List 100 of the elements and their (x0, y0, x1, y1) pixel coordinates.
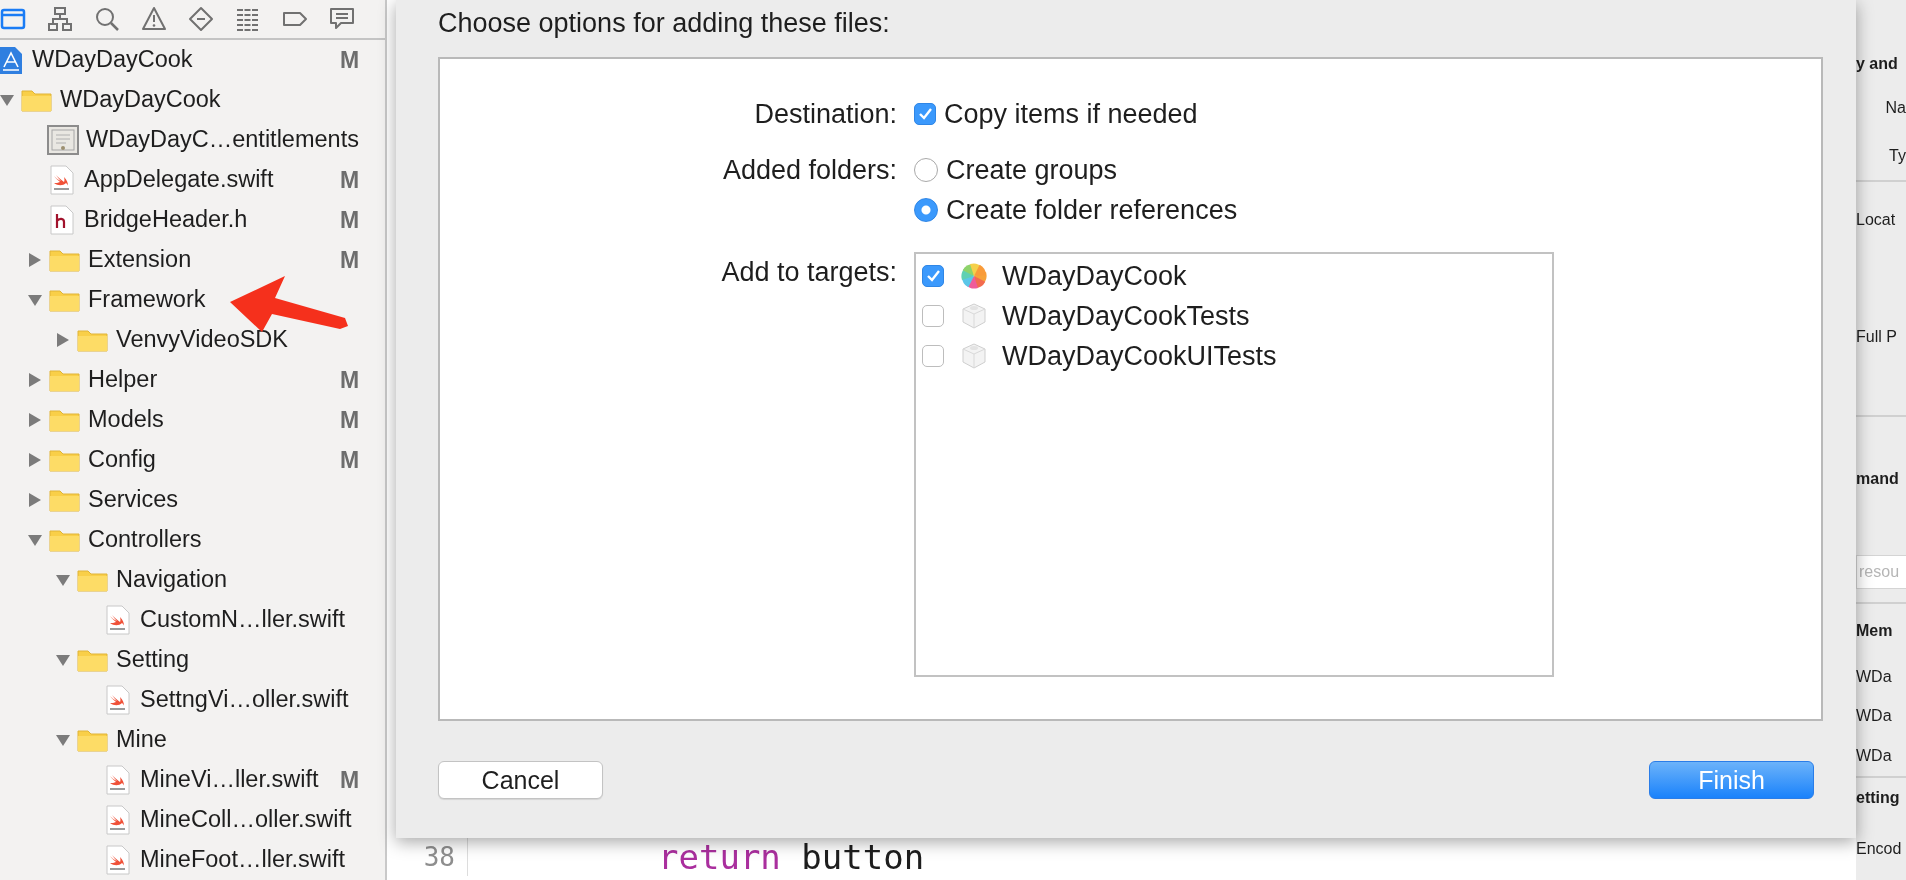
swift-file-icon (106, 685, 130, 715)
disclosure-triangle-icon[interactable] (56, 573, 70, 587)
folder-icon (49, 368, 80, 392)
disclosure-triangle-icon[interactable] (28, 293, 42, 307)
file-name[interactable]: WDayDayCook (32, 42, 193, 78)
option-label[interactable]: Create folder references (946, 189, 1238, 231)
file-name[interactable]: Extension (88, 242, 192, 278)
file-name[interactable]: Config (88, 442, 156, 478)
section-heading: mand (1856, 469, 1899, 490)
disclosure-triangle-icon[interactable] (56, 653, 70, 667)
file-name[interactable]: VenvyVideoSDK (116, 322, 289, 358)
folder-icon (49, 288, 80, 312)
field-label: Destination: (753, 98, 897, 131)
status-label: M (340, 445, 360, 475)
header-file-icon (50, 205, 74, 235)
status-label: M (340, 765, 360, 795)
project-icon (0, 45, 22, 75)
folder-icon (49, 248, 80, 272)
option-label[interactable]: Copy items if needed (944, 93, 1198, 135)
file-name[interactable]: SettngVi…oller.swift (140, 682, 349, 718)
folder-icon (21, 88, 52, 112)
file-name[interactable]: CustomN…ller.swift (140, 602, 345, 638)
radio-button[interactable] (914, 158, 938, 182)
disclosure-triangle-icon[interactable] (28, 493, 42, 507)
folder-icon (49, 488, 80, 512)
file-name[interactable]: WDayDayCook (60, 82, 221, 118)
file-name[interactable]: Helper (88, 362, 158, 398)
file-name[interactable]: Setting (116, 642, 190, 678)
status-label: M (340, 45, 360, 75)
swift-file-icon (106, 605, 130, 635)
property-label: Encod (1856, 838, 1902, 859)
bundle-icon (960, 302, 988, 330)
status-label: M (340, 365, 360, 395)
property-label: WDa (1856, 706, 1892, 726)
file-name[interactable]: MineFoot…ller.swift (140, 842, 346, 878)
field-label: Added folders: (721, 154, 897, 187)
section-heading: etting (1856, 787, 1900, 808)
checkbox[interactable] (922, 305, 944, 327)
file-name[interactable]: Models (88, 402, 164, 438)
folder-icon (77, 328, 108, 352)
swift-file-icon (106, 765, 130, 795)
disclosure-triangle-icon[interactable] (28, 533, 42, 547)
list-icon[interactable] (235, 6, 261, 32)
certificate-icon (47, 125, 79, 155)
bundle-icon (960, 342, 988, 370)
swift-file-icon (50, 165, 74, 195)
option-label[interactable]: WDayDayCookUITests (1002, 335, 1277, 377)
radio-button[interactable] (914, 198, 938, 222)
folder-icon[interactable] (0, 6, 26, 32)
option-label[interactable]: WDayDayCook (1002, 255, 1187, 297)
dialog-title: Choose options for adding these files: (438, 8, 891, 40)
checkbox[interactable] (922, 265, 944, 287)
property-label: Locat (1856, 210, 1896, 231)
folder-icon (49, 408, 80, 432)
file-name[interactable]: AppDelegate.swift (84, 162, 274, 198)
folder-icon (77, 648, 108, 672)
status-label: M (340, 245, 360, 275)
file-name[interactable]: WDayDayC…entitlements (86, 122, 359, 158)
section-heading: y and (1856, 53, 1898, 74)
file-name[interactable]: Controllers (88, 522, 202, 558)
hierarchy-icon[interactable] (47, 6, 73, 32)
folder-icon (77, 568, 108, 592)
property-label: Ty (1889, 145, 1906, 166)
code-line: return button (657, 838, 925, 876)
file-name[interactable]: BridgeHeader.h (84, 202, 248, 238)
swift-file-icon (106, 845, 130, 875)
checkbox[interactable] (922, 345, 944, 367)
file-name[interactable]: MineColl…oller.swift (140, 802, 352, 838)
disclosure-triangle-icon[interactable] (56, 733, 70, 747)
field-label: Add to targets: (720, 256, 897, 289)
search-icon[interactable] (94, 6, 120, 32)
folder-icon (77, 728, 108, 752)
folder-icon (49, 448, 80, 472)
status-label: M (340, 205, 360, 235)
checkbox[interactable] (914, 103, 936, 125)
comment-icon[interactable] (329, 6, 355, 32)
property-label: Na (1885, 98, 1906, 118)
status-label: M (340, 405, 360, 435)
file-name[interactable]: Framework (88, 282, 206, 318)
file-name[interactable]: Services (88, 482, 179, 518)
file-name[interactable]: Navigation (116, 562, 228, 598)
status-label: M (340, 165, 360, 195)
warning-icon[interactable] (141, 6, 167, 32)
section-heading: Mem (1856, 620, 1893, 641)
disclosure-triangle-icon[interactable] (28, 413, 42, 427)
diamond-icon[interactable] (188, 6, 214, 32)
file-name[interactable]: Mine (116, 722, 167, 758)
disclosure-triangle-icon[interactable] (28, 453, 42, 467)
disclosure-triangle-icon[interactable] (28, 253, 42, 267)
disclosure-triangle-icon[interactable] (0, 93, 14, 107)
file-name[interactable]: MineVi…ller.swift (140, 762, 319, 798)
option-label[interactable]: WDayDayCookTests (1002, 295, 1250, 337)
cancel-button[interactable]: Cancel (438, 761, 603, 799)
property-label: WDa (1856, 667, 1892, 687)
search-field[interactable]: resou (1856, 555, 1906, 589)
property-label: WDa (1856, 745, 1892, 766)
disclosure-triangle-icon[interactable] (56, 333, 70, 347)
disclosure-triangle-icon[interactable] (28, 373, 42, 387)
property-label: Full P (1856, 326, 1897, 347)
option-label[interactable]: Create groups (946, 149, 1118, 191)
